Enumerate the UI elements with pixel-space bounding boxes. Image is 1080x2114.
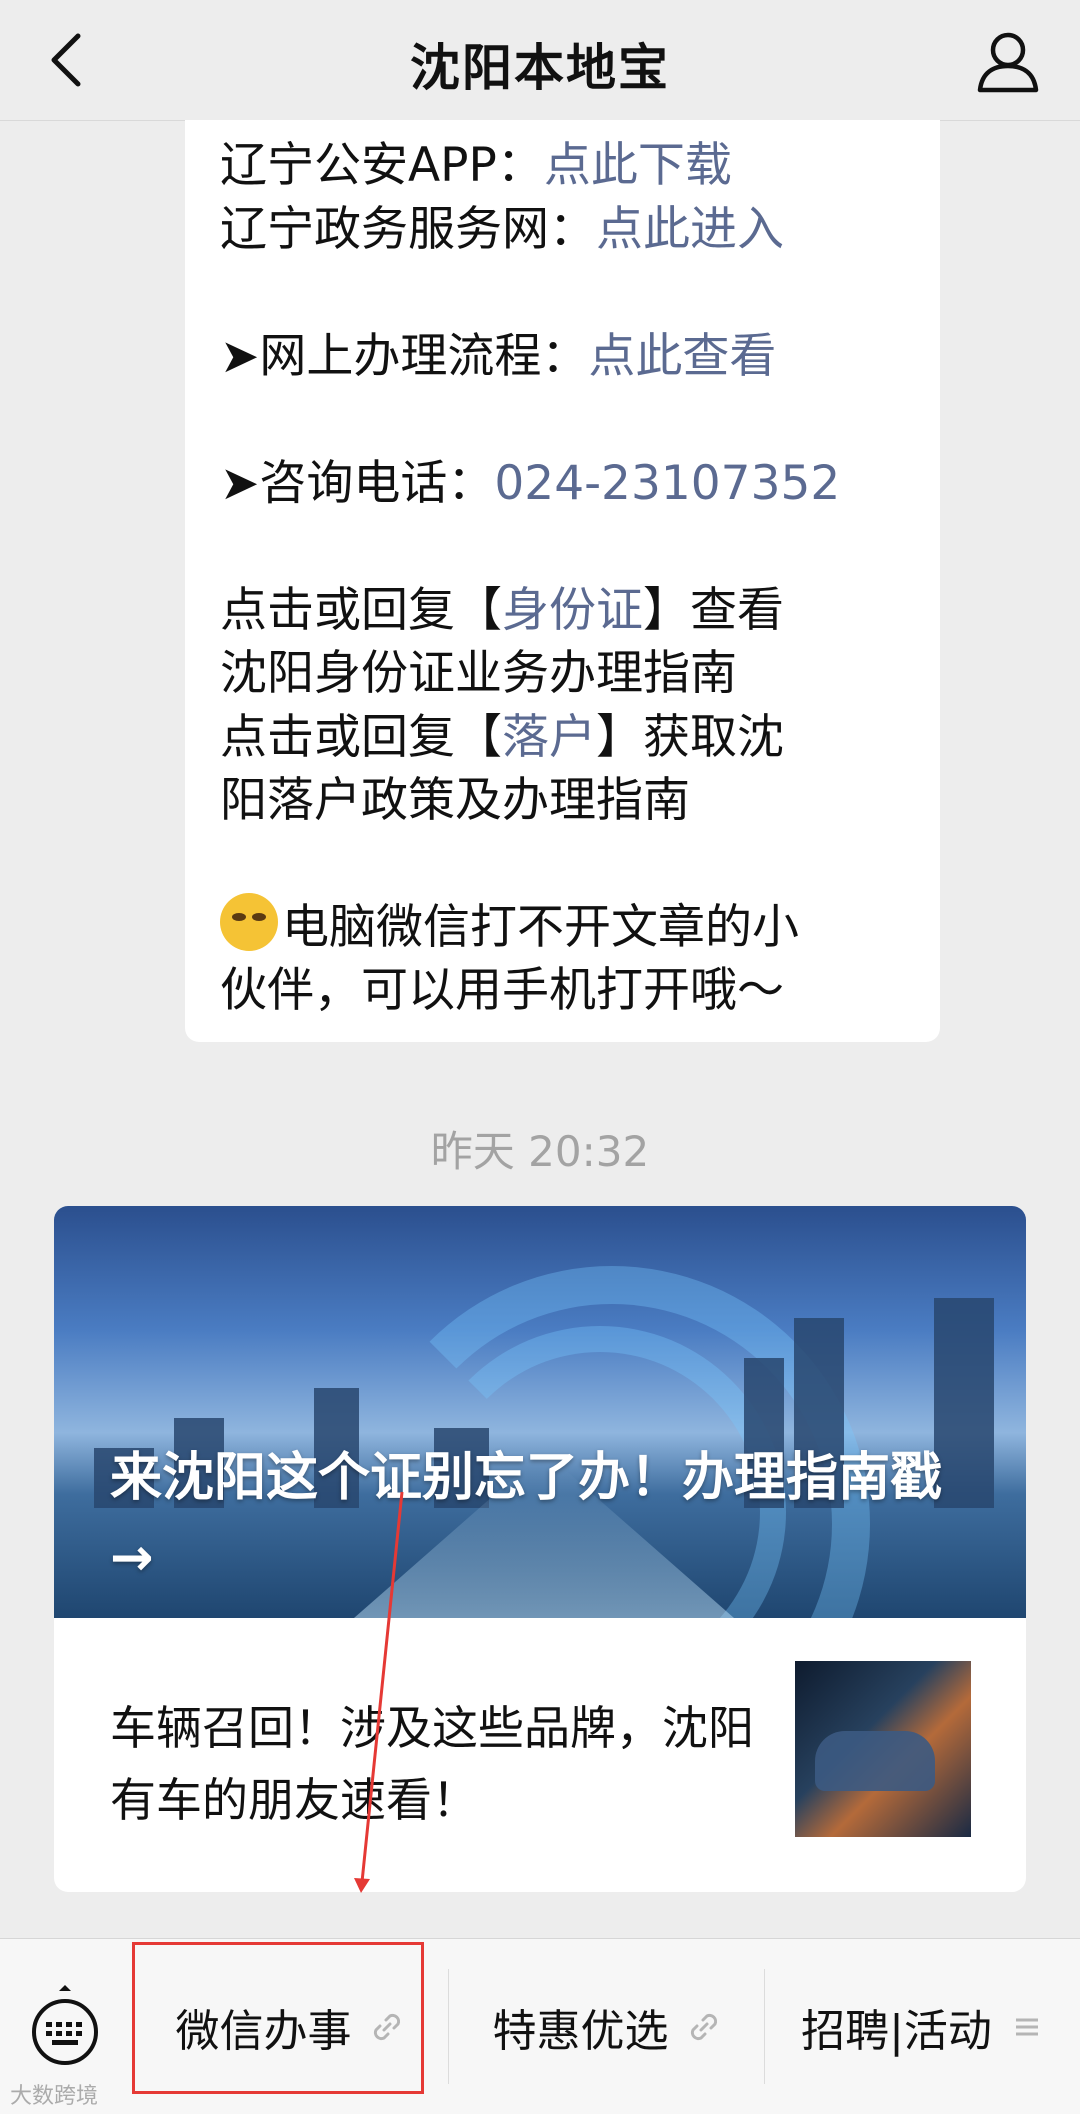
idcard-line: 点击或回复【身份证】查看 [220, 571, 784, 640]
article-card: 来沈阳这个证别忘了办！办理指南戳 → 车辆召回！涉及这些品牌，沈阳有车的朋友速看… [54, 1206, 1026, 1892]
hukou-line: 点击或回复【落户】获取沈 [220, 698, 784, 767]
article-cover-title: 来沈阳这个证别忘了办！办理指南戳 → [110, 1448, 943, 1588]
message-line: 辽宁政务服务网：点此进入 [220, 190, 784, 259]
menu-item-deals[interactable]: 特惠优选 [449, 1939, 764, 2114]
message-label: ➤网上办理流程： [220, 329, 589, 384]
message-line: 辽宁公安APP：点此下载 [220, 126, 732, 195]
hukou-suffix: 】获取沈 [596, 710, 784, 765]
message-line: ➤咨询电话：024-23107352 [220, 444, 840, 513]
download-link[interactable]: 点此下载 [544, 138, 732, 193]
smirk-emoji-icon [220, 893, 278, 951]
message-timestamp: 昨天 20:32 [430, 1127, 650, 1176]
enter-link[interactable]: 点此进入 [596, 202, 784, 257]
page-title: 沈阳本地宝 [410, 39, 670, 97]
menu-item-label: 特惠优选 [492, 2005, 669, 2057]
highlight-box [132, 1942, 424, 2094]
process-link[interactable]: 点此查看 [588, 329, 776, 384]
menu-item-label: 招聘|活动 [801, 2005, 992, 2057]
user-icon [977, 32, 1039, 93]
profile-button[interactable] [974, 28, 1042, 96]
menu-item-jobs-events[interactable]: 招聘|活动 [765, 1939, 1080, 2114]
idcard-link[interactable]: 身份证 [502, 583, 643, 638]
message-label: ➤咨询电话： [220, 456, 495, 511]
tip-line: 电脑微信打不开文章的小 [220, 888, 799, 957]
hukou-line-2: 阳落户政策及办理指南 [220, 773, 690, 828]
idcard-prefix: 点击或回复【 [220, 583, 502, 638]
tip-text: 电脑微信打不开文章的小 [282, 900, 799, 955]
idcard-line-2: 沈阳身份证业务办理指南 [220, 646, 737, 701]
keyboard-toggle-button[interactable] [30, 1985, 100, 2065]
hukou-prefix: 点击或回复【 [220, 710, 502, 765]
link-icon [690, 2013, 717, 2040]
article-thumbnail[interactable] [795, 1661, 971, 1837]
tip-line-2: 伙伴，可以用手机打开哦～ [220, 963, 784, 1018]
watermark: 大数跨境 [10, 2084, 99, 2109]
message-line: ➤网上办理流程：点此查看 [220, 317, 776, 386]
message-bubble: 辽宁公安APP：点此下载 辽宁政务服务网：点此进入 ➤网上办理流程：点此查看 ➤… [185, 120, 940, 1042]
phone-link[interactable]: 024-23107352 [494, 456, 840, 511]
message-label: 辽宁政务服务网： [220, 202, 596, 257]
article-cover[interactable]: 来沈阳这个证别忘了办！办理指南戳 → [54, 1206, 1026, 1618]
hukou-link[interactable]: 落户 [502, 710, 596, 765]
article-item-title[interactable]: 车辆召回！涉及这些品牌，沈阳有车的朋友速看！ [110, 1692, 790, 1836]
list-icon [1015, 2018, 1038, 2035]
message-label: 辽宁公安APP： [220, 138, 544, 193]
idcard-suffix: 】查看 [643, 583, 784, 638]
keyboard-icon [32, 1985, 98, 2065]
top-nav-bar: 沈阳本地宝 [0, 0, 1080, 121]
